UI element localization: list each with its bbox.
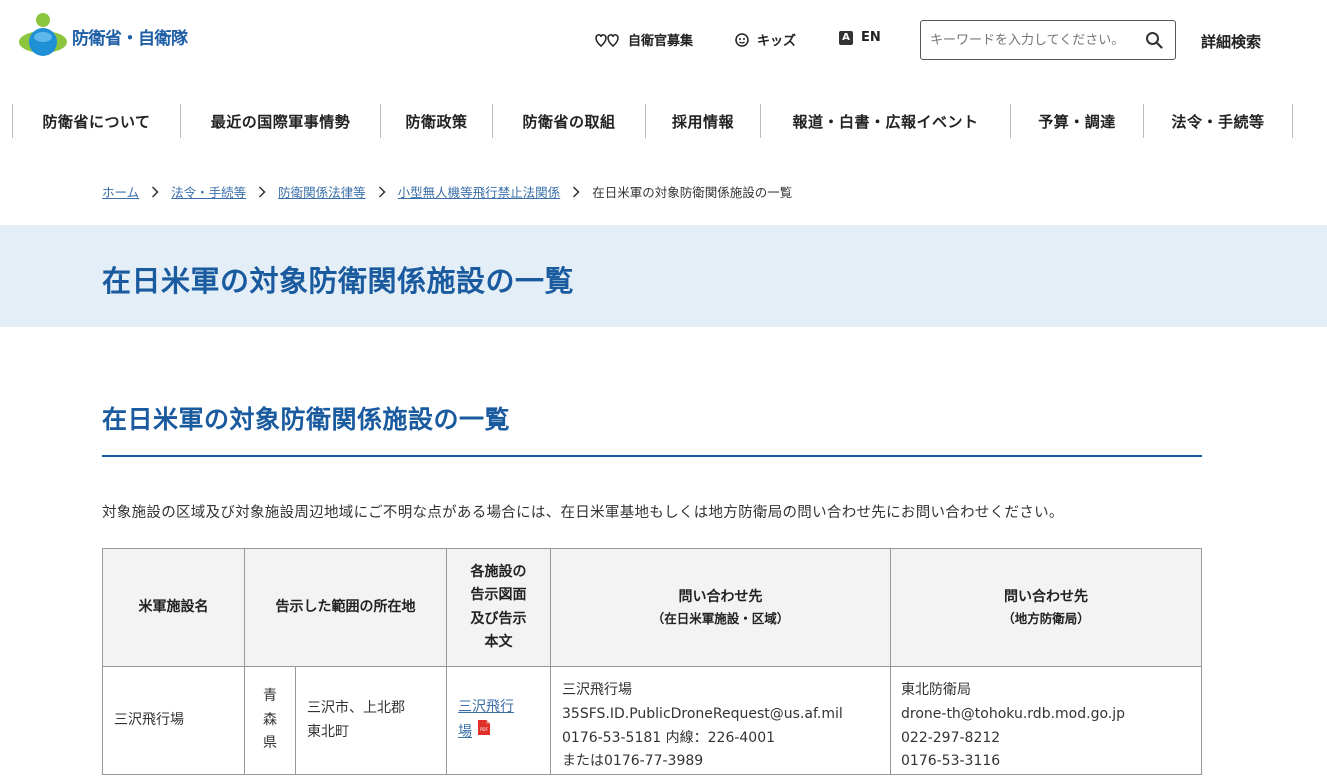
usf-contact-phone: 0176-53-5181 内線：226-4001 (562, 729, 776, 746)
col-header-map: 各施設の 告示図面 及び告示 本文 (446, 548, 551, 667)
col-header-map-line: 各施設の (470, 564, 527, 581)
map-pdf-link[interactable]: 三沢飛行 (458, 696, 550, 720)
pdf-icon: PDF (478, 720, 490, 744)
table-header-row: 米軍施設名 告示した範囲の所在地 各施設の 告示図面 及び告示 本文 問い合わせ… (102, 548, 1202, 667)
section-divider (102, 455, 1202, 457)
lead-text: 対象施設の区域及び対象施設周辺地域にご不明な点がある場合には、在日米軍基地もしく… (102, 505, 1064, 521)
col-header-map-line: 本文 (484, 633, 513, 650)
site-header: 防衛省・自衛隊 自衛官募集 キッズ A EN 詳細検索 (0, 0, 1327, 84)
col-header-rdb-contact: 問い合わせ先 （地方防衛局） (890, 548, 1202, 667)
city-cell: 三沢市、上北郡 東北町 (295, 665, 447, 776)
city-line: 三沢市、上北郡 (307, 699, 405, 716)
breadcrumb-laws-link[interactable]: 法令・手続等 (171, 182, 246, 201)
chevron-right-icon (151, 185, 159, 198)
rdb-contact-phone: 022-297-8212 (901, 729, 1001, 746)
gnav-item-budget[interactable]: 予算・調達 (1011, 104, 1144, 138)
kids-link[interactable]: キッズ (735, 30, 796, 49)
chevron-right-icon (572, 185, 580, 198)
language-icon: A (839, 30, 853, 45)
search-icon[interactable] (1145, 31, 1163, 49)
usf-contact-email: 35SFS.ID.PublicDroneRequest@us.af.mil (562, 705, 843, 722)
col-header-usf-title: 問い合わせ先 (678, 588, 763, 605)
section-title: 在日米軍の対象防衛関係施設の一覧 (102, 405, 511, 434)
chevron-right-icon (258, 185, 266, 198)
gnav-item-defense-policy[interactable]: 防衛政策 (381, 104, 493, 138)
site-logo[interactable]: 防衛省・自衛隊 (18, 11, 188, 61)
usf-contact-cell: 三沢飛行場 35SFS.ID.PublicDroneRequest@us.af.… (550, 665, 891, 776)
gnav-item-recruitment[interactable]: 採用情報 (646, 104, 761, 138)
map-cell: 三沢飛行 場 PDF (446, 665, 551, 776)
rdb-contact-cell: 東北防衛局 drone-th@tohoku.rdb.mod.go.jp 022-… (890, 665, 1202, 776)
breadcrumb-defense-laws-link[interactable]: 防衛関係法律等 (278, 182, 366, 201)
logo-text: 防衛省・自衛隊 (72, 28, 188, 49)
breadcrumb-drone-law-link[interactable]: 小型無人機等飛行禁止法関係 (398, 182, 561, 201)
table-row: 三沢飛行場 青 森 県 三沢市、上北郡 東北町 三沢飛行 場 PDF 三沢飛行場 … (102, 665, 1202, 776)
page-title-band: 在日米軍の対象防衛関係施設の一覧 (0, 225, 1327, 327)
kids-label: キッズ (757, 34, 797, 49)
advanced-search-link[interactable]: 詳細検索 (1201, 31, 1261, 52)
gnav-item-laws[interactable]: 法令・手続等 (1144, 104, 1293, 138)
chevron-right-icon (378, 185, 386, 198)
kids-face-icon (735, 32, 749, 47)
english-link[interactable]: A EN (839, 30, 881, 45)
col-header-rdb-title: 問い合わせ先 (1004, 588, 1088, 605)
map-pdf-link[interactable]: 場 (458, 724, 472, 740)
col-header-map-line: 告示図面 (470, 587, 527, 604)
prefecture-char: 青 (263, 687, 277, 704)
breadcrumb-current: 在日米軍の対象防衛関係施設の一覧 (592, 185, 793, 200)
recruit-icon (594, 32, 620, 48)
col-header-usf-sub: （在日米軍施設・区域） (651, 610, 790, 626)
breadcrumb-home-link[interactable]: ホーム (102, 182, 139, 201)
usf-contact-phone: または0176-77-3989 (562, 753, 704, 770)
recruit-link[interactable]: 自衛官募集 (594, 30, 693, 49)
global-nav: 防衛省について 最近の国際軍事情勢 防衛政策 防衛省の取組 採用情報 報道・白書… (12, 104, 1293, 138)
english-label: EN (861, 30, 881, 45)
rdb-contact-line: 東北防衛局 (901, 682, 971, 698)
prefecture-cell: 青 森 県 (244, 665, 296, 776)
search-input[interactable] (921, 21, 1131, 59)
gnav-item-initiatives[interactable]: 防衛省の取組 (493, 104, 646, 138)
rdb-contact-email: drone-th@tohoku.rdb.mod.go.jp (901, 705, 1125, 722)
usf-contact-line: 三沢飛行場 (562, 682, 632, 698)
col-header-map-line: 及び告示 (470, 610, 527, 627)
prefecture-char: 森 (263, 711, 277, 728)
col-header-name: 米軍施設名 (102, 548, 245, 667)
site-search (920, 20, 1176, 60)
prefecture-char: 県 (263, 735, 277, 752)
rdb-contact-phone: 0176-53-3116 (901, 753, 1001, 770)
page-title: 在日米軍の対象防衛関係施設の一覧 (102, 264, 575, 298)
facility-name: 三沢飛行場 (102, 665, 245, 776)
recruit-label: 自衛官募集 (628, 34, 694, 49)
facility-table: 米軍施設名 告示した範囲の所在地 各施設の 告示図面 及び告示 本文 問い合わせ… (102, 548, 1202, 776)
breadcrumb: ホーム 法令・手続等 防衛関係法律等 小型無人機等飛行禁止法関係 在日米軍の対象… (102, 182, 792, 201)
city-line: 東北町 (307, 723, 349, 740)
logo-emblem-icon (18, 11, 70, 61)
gnav-item-military-situation[interactable]: 最近の国際軍事情勢 (181, 104, 381, 138)
gnav-item-about[interactable]: 防衛省について (13, 104, 181, 138)
gnav-item-press[interactable]: 報道・白書・広報イベント (761, 104, 1011, 138)
col-header-usf-contact: 問い合わせ先 （在日米軍施設・区域） (550, 548, 891, 667)
col-header-rdb-sub: （地方防衛局） (1002, 610, 1090, 626)
col-header-location: 告示した範囲の所在地 (244, 548, 447, 667)
svg-text:PDF: PDF (480, 727, 488, 732)
